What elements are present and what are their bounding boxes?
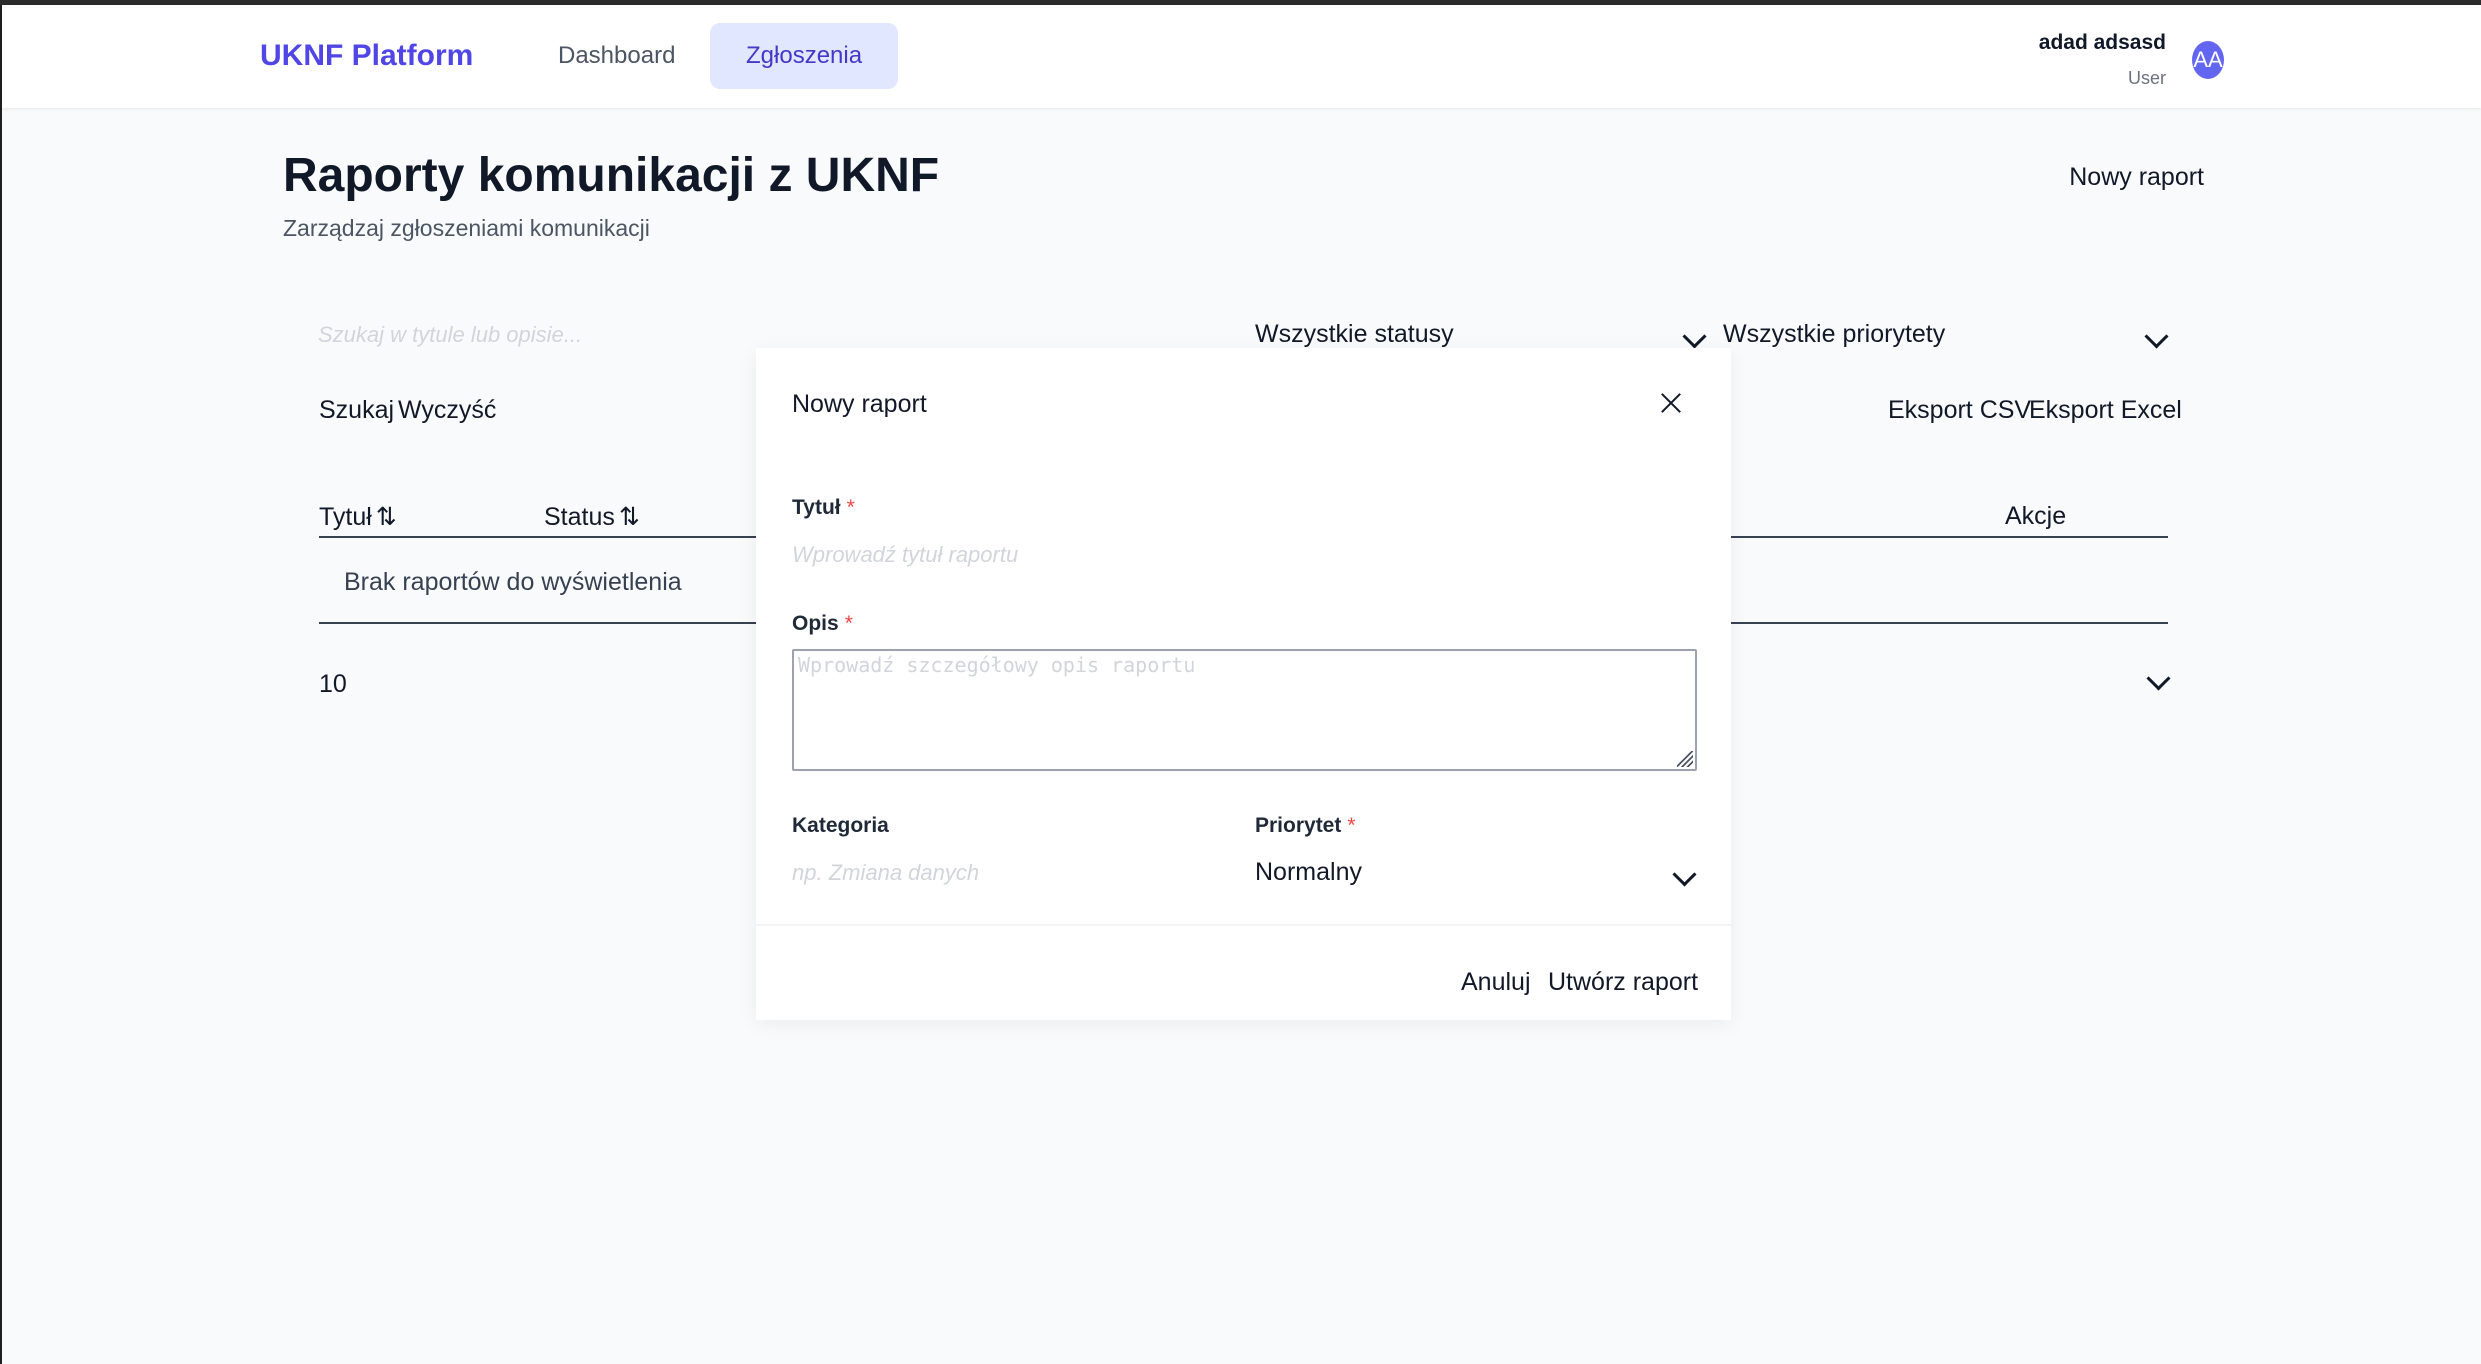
column-header-title[interactable]: Tytuł ⇅: [319, 502, 397, 532]
nav-dashboard[interactable]: Dashboard: [522, 23, 711, 89]
cancel-button[interactable]: Anuluj: [1461, 968, 1531, 997]
description-field-label: Opis *: [792, 612, 853, 636]
priority-field-label: Priorytet *: [1255, 814, 1356, 838]
chevron-down-icon: [2144, 324, 2169, 349]
sort-icon: ⇅: [618, 503, 640, 531]
status-filter-value: Wszystkie statusy: [1255, 320, 1454, 348]
modal-footer-divider: [756, 924, 1731, 926]
required-marker: *: [1347, 814, 1356, 837]
description-placeholder: Wprowadź szczegółowy opis raportu: [798, 653, 1196, 677]
chevron-down-icon: [1672, 862, 1697, 887]
status-filter-select[interactable]: Wszystkie statusy: [1255, 320, 1707, 349]
page-subtitle: Zarządzaj zgłoszeniami komunikacji: [283, 215, 650, 241]
user-name: adad adsasd: [2038, 31, 2166, 54]
top-navbar: UKNF Platform Dashboard Zgłoszenia adad …: [2, 5, 2481, 108]
required-marker: *: [844, 612, 853, 635]
sort-icon: ⇅: [375, 503, 397, 531]
search-input[interactable]: Szukaj w tytule lub opisie...: [318, 322, 582, 348]
column-header-status[interactable]: Status ⇅: [544, 502, 640, 532]
priority-select[interactable]: Normalny: [1255, 858, 1697, 887]
chevron-down-icon[interactable]: [2146, 666, 2171, 691]
avatar[interactable]: AA: [2192, 41, 2224, 79]
description-textarea[interactable]: Wprowadź szczegółowy opis raportu: [792, 649, 1697, 771]
chevron-down-icon: [1682, 324, 1707, 349]
window-left-border: [0, 5, 2, 1364]
nav-zgloszenia[interactable]: Zgłoszenia: [710, 23, 899, 89]
priority-filter-select[interactable]: Wszystkie priorytety: [1723, 320, 2173, 349]
resize-handle-icon[interactable]: [1677, 751, 1693, 767]
column-status-label: Status: [544, 503, 615, 531]
priority-filter-value: Wszystkie priorytety: [1723, 320, 1946, 348]
brand-logo[interactable]: UKNF Platform: [260, 39, 473, 73]
category-field-label: Kategoria: [792, 814, 889, 837]
title-input[interactable]: Wprowadź tytuł raportu: [792, 542, 1018, 568]
priority-select-value: Normalny: [1255, 858, 1362, 886]
required-marker: *: [846, 496, 855, 519]
priority-label-text: Priorytet: [1255, 814, 1342, 837]
page-size-select[interactable]: 10: [319, 670, 347, 699]
create-report-button[interactable]: Utwórz raport: [1548, 968, 1698, 997]
user-role: User: [2127, 68, 2166, 88]
search-button[interactable]: Szukaj: [319, 396, 394, 425]
description-label-text: Opis: [792, 612, 839, 635]
export-excel-button[interactable]: Eksport Excel: [2029, 396, 2182, 425]
empty-table-message: Brak raportów do wyświetlenia: [344, 568, 682, 596]
title-label-text: Tytuł: [792, 496, 841, 519]
title-field-label: Tytuł *: [792, 496, 855, 520]
category-input[interactable]: np. Zmiana danych: [792, 860, 979, 886]
export-csv-button[interactable]: Eksport CSV: [1888, 396, 2031, 425]
column-header-actions: Akcje: [2005, 502, 2067, 530]
new-report-modal: Nowy raport Tytuł * Wprowadź tytuł raport…: [756, 348, 1731, 1020]
page-title: Raporty komunikacji z UKNF: [283, 149, 940, 202]
column-title-label: Tytuł: [319, 503, 372, 531]
new-report-button[interactable]: Nowy raport: [2069, 163, 2204, 192]
close-icon[interactable]: [1656, 388, 1686, 418]
clear-button[interactable]: Wyczyść: [398, 396, 496, 425]
modal-title: Nowy raport: [792, 390, 927, 418]
